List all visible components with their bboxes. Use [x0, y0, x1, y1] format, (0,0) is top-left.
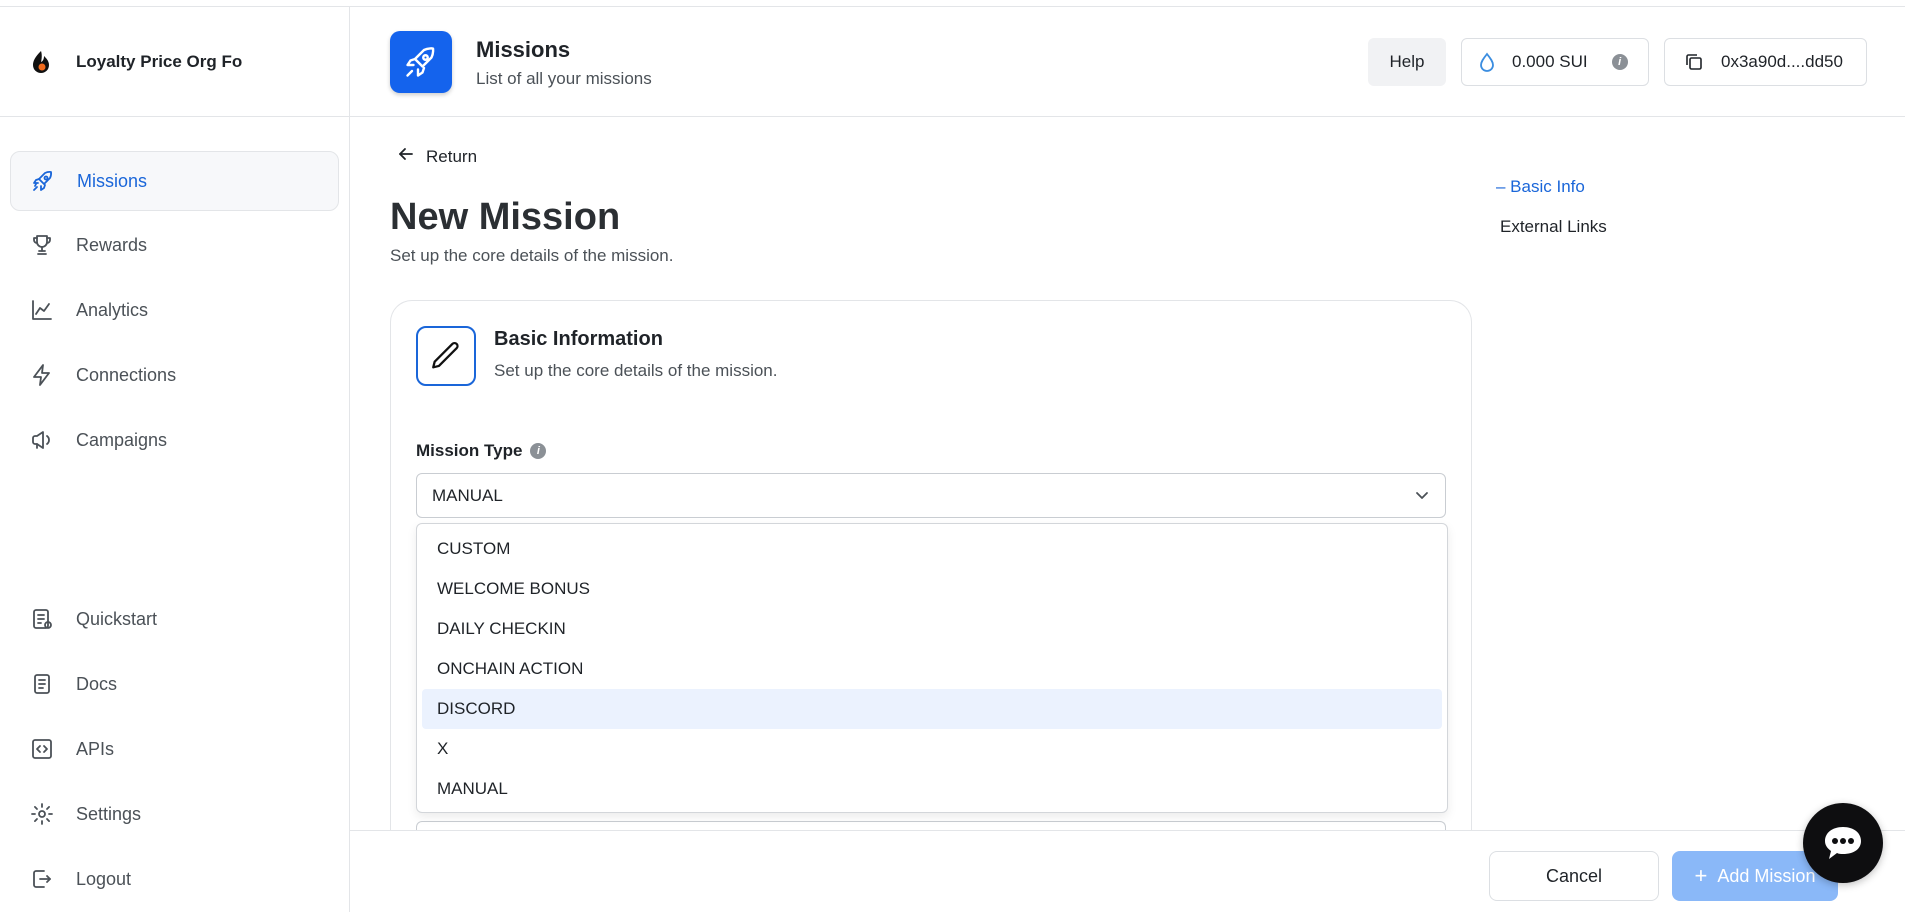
sidebar: Loyalty Price Org Fo Missions Rewards An… [0, 7, 350, 912]
copy-icon [1685, 53, 1703, 71]
arrow-left-icon [398, 146, 414, 167]
document-icon [28, 670, 56, 698]
org-switcher[interactable]: Loyalty Price Org Fo [0, 7, 349, 117]
plus-icon: + [1694, 863, 1708, 888]
wallet-address-button[interactable]: 0x3a90d....dd50 [1664, 38, 1867, 86]
mission-type-label-text: Mission Type [416, 441, 523, 460]
mission-type-dropdown: CUSTOM WELCOME BONUS DAILY CHECKIN ONCHA… [416, 523, 1448, 813]
logout-icon [28, 865, 56, 893]
mission-type-select[interactable]: MANUAL [416, 473, 1446, 518]
rocket-icon [29, 167, 57, 195]
mission-type-value: MANUAL [432, 485, 503, 505]
sidebar-item-connections[interactable]: Connections [10, 345, 339, 405]
info-icon[interactable]: i [530, 443, 547, 459]
balance-value: 0.000 SUI [1512, 52, 1588, 71]
gear-icon [28, 800, 56, 828]
toc-item-external-links[interactable]: External Links [1500, 217, 1607, 237]
trophy-icon [28, 231, 56, 259]
droplet-icon [1478, 52, 1496, 72]
card-subtitle: Set up the core details of the mission. [494, 361, 778, 380]
dropdown-option-x[interactable]: X [422, 729, 1442, 769]
dropdown-option-onchain-action[interactable]: ONCHAIN ACTION [422, 649, 1442, 689]
add-mission-label: Add Mission [1717, 865, 1816, 886]
page-title: New Mission [390, 196, 621, 238]
balance-button[interactable]: 0.000 SUI i [1461, 38, 1649, 86]
sidebar-item-label: Connections [76, 364, 177, 385]
sidebar-item-docs[interactable]: Docs [10, 654, 339, 714]
chevron-down-icon [1413, 486, 1431, 509]
sidebar-item-analytics[interactable]: Analytics [10, 280, 339, 340]
megaphone-icon [28, 426, 56, 454]
sidebar-item-quickstart[interactable]: Quickstart [10, 589, 339, 649]
org-name: Loyalty Price Org Fo [76, 51, 243, 71]
sidebar-item-label: Campaigns [76, 429, 168, 450]
return-link[interactable]: Return [398, 146, 477, 167]
sidebar-item-settings[interactable]: Settings [10, 784, 339, 844]
dropdown-option-custom[interactable]: CUSTOM [422, 529, 1442, 569]
wallet-address: 0x3a90d....dd50 [1721, 52, 1843, 71]
sidebar-item-label: Analytics [76, 299, 149, 320]
form-footer: Cancel + Add Mission [350, 830, 1905, 912]
page-subtitle: Set up the core details of the mission. [390, 246, 674, 265]
rocket-icon [390, 31, 452, 93]
code-icon [28, 735, 56, 763]
chat-icon [1821, 823, 1865, 863]
dropdown-option-manual[interactable]: MANUAL [422, 769, 1442, 809]
sidebar-item-label: APIs [76, 738, 115, 759]
card-title: Basic Information [494, 328, 663, 350]
header-title: Missions [476, 37, 571, 62]
chat-widget-button[interactable] [1803, 803, 1883, 883]
cancel-button[interactable]: Cancel [1489, 851, 1659, 901]
pencil-icon [416, 326, 476, 386]
chart-line-icon [28, 296, 56, 324]
lightning-icon [28, 361, 56, 389]
help-button[interactable]: Help [1368, 38, 1446, 86]
org-logo-icon [24, 44, 58, 79]
sidebar-item-label: Logout [76, 868, 132, 889]
dropdown-option-welcome-bonus[interactable]: WELCOME BONUS [422, 569, 1442, 609]
sidebar-item-label: Settings [76, 803, 142, 824]
dropdown-option-discord[interactable]: DISCORD [422, 689, 1442, 729]
sidebar-item-rewards[interactable]: Rewards [10, 215, 339, 275]
sidebar-item-apis[interactable]: APIs [10, 719, 339, 779]
sidebar-item-campaigns[interactable]: Campaigns [10, 410, 339, 470]
sidebar-item-label: Rewards [76, 234, 148, 255]
sidebar-item-logout[interactable]: Logout [10, 849, 339, 909]
dropdown-option-daily-checkin[interactable]: DAILY CHECKIN [422, 609, 1442, 649]
toc-item-basic-info[interactable]: – Basic Info [1496, 177, 1585, 197]
header-subtitle: List of all your missions [476, 69, 652, 88]
sidebar-item-label: Docs [76, 673, 118, 694]
sidebar-item-label: Quickstart [76, 608, 158, 629]
info-icon[interactable]: i [1611, 54, 1628, 70]
return-label: Return [426, 146, 478, 166]
sidebar-item-missions[interactable]: Missions [10, 151, 339, 211]
checklist-icon [28, 605, 56, 633]
top-border [0, 0, 1905, 7]
sidebar-item-label: Missions [77, 170, 148, 191]
page-header: Missions List of all your missions Help … [350, 7, 1905, 117]
mission-type-label: Mission Type i [416, 441, 547, 461]
